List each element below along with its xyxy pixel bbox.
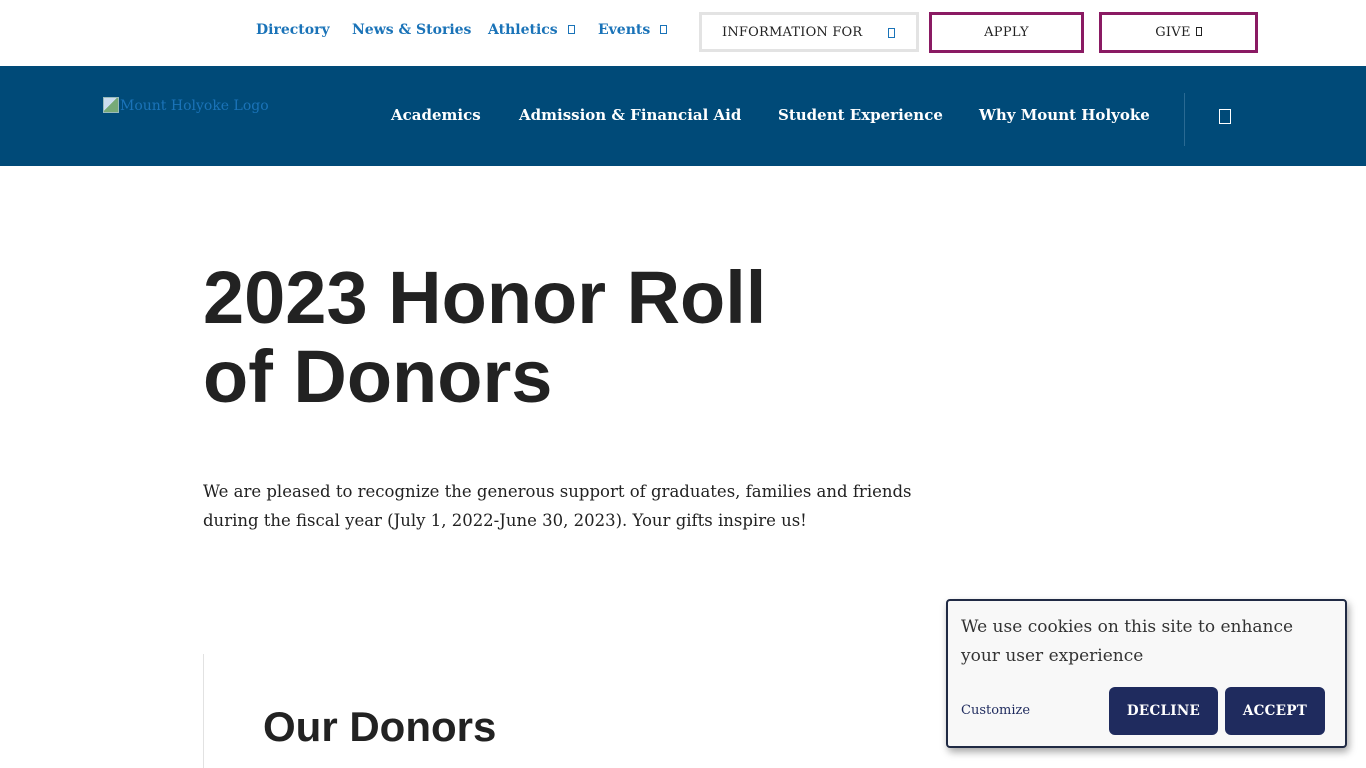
apply-button[interactable]: APPLY (929, 12, 1084, 53)
nav-item-academics[interactable]: Academics (391, 106, 481, 124)
section-title: Our Donors (263, 703, 497, 750)
nav-item-admission-financial-aid[interactable]: Admission & Financial Aid (519, 106, 741, 124)
utility-bar: Directory News & Stories Athletics Event… (0, 0, 1366, 66)
site-logo-link[interactable]: Mount Holyoke Logo (103, 97, 269, 114)
chevron-down-icon (567, 24, 575, 34)
events-label: Events (598, 22, 651, 38)
athletics-label: Athletics (488, 22, 558, 38)
section-divider (203, 654, 204, 768)
nav-item-why-mount-holyoke[interactable]: Why Mount Holyoke (979, 106, 1150, 124)
athletics-dropdown[interactable]: Athletics (488, 22, 575, 38)
news-stories-label: News & Stories (352, 22, 472, 38)
page-title-line-1: 2023 Honor Roll (203, 256, 767, 339)
chevron-down-icon (888, 28, 895, 38)
main-navigation: Mount Holyoke Logo Academics Admission &… (0, 66, 1366, 166)
cookie-banner: We use cookies on this site to enhance y… (946, 599, 1347, 748)
logo-alt-text: Mount Holyoke Logo (120, 98, 269, 114)
intro-paragraph: We are pleased to recognize the generous… (203, 482, 912, 530)
accept-button[interactable]: ACCEPT (1225, 687, 1325, 735)
information-for-dropdown[interactable]: INFORMATION FOR (699, 12, 919, 52)
directory-label: Directory (256, 22, 330, 38)
give-label: GIVE (1155, 25, 1191, 40)
cookie-message: We use cookies on this site to enhance y… (961, 617, 1294, 666)
nav-item-student-experience[interactable]: Student Experience (778, 106, 943, 124)
page-title-line-2: of Donors (203, 335, 553, 418)
give-button[interactable]: GIVE (1099, 12, 1258, 53)
events-dropdown[interactable]: Events (598, 22, 668, 38)
chevron-down-icon (1195, 27, 1202, 36)
news-stories-link[interactable]: News & Stories (352, 22, 471, 38)
directory-link[interactable]: Directory (256, 22, 330, 38)
nav-divider (1184, 93, 1185, 146)
page-title: 2023 Honor Roll of Donors (203, 258, 903, 416)
search-icon[interactable] (1219, 109, 1231, 124)
chevron-down-icon (660, 24, 668, 34)
decline-button[interactable]: DECLINE (1109, 687, 1218, 735)
information-for-label: INFORMATION FOR (722, 25, 863, 40)
customize-link[interactable]: Customize (961, 703, 1030, 718)
broken-image-icon (103, 97, 119, 113)
apply-label: APPLY (984, 25, 1029, 40)
